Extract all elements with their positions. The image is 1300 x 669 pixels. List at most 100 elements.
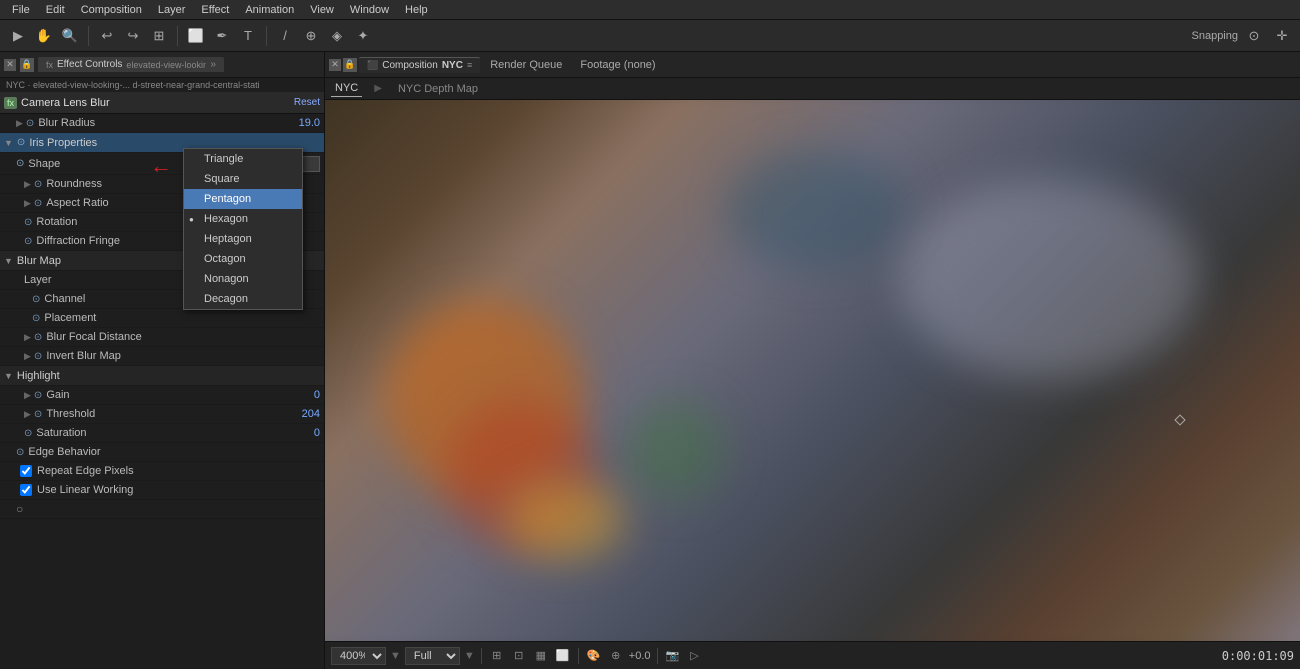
invert-toggle[interactable]: ▶ xyxy=(24,351,31,362)
tab-filename: elevated-view-looking-... d-st xyxy=(126,60,206,70)
show-snapshot-btn[interactable]: ▷ xyxy=(686,647,704,665)
highlight-label: Highlight xyxy=(17,370,60,382)
text-tool[interactable]: T xyxy=(236,24,260,48)
edge-label: Edge Behavior xyxy=(28,446,320,458)
selection-tool[interactable]: ▶ xyxy=(6,24,30,48)
quality-select[interactable]: Full xyxy=(405,647,460,665)
roundness-toggle[interactable]: ▶ xyxy=(24,179,31,190)
blob-teal xyxy=(725,150,905,270)
gradient-tool[interactable]: ◈ xyxy=(325,24,349,48)
focal-toggle[interactable]: ▶ xyxy=(24,332,31,343)
subtab-nyc[interactable]: NYC xyxy=(331,80,362,97)
bar-sep3 xyxy=(657,648,658,664)
timecode: 0:00:01:09 xyxy=(1222,649,1294,663)
aspect-ratio-toggle[interactable]: ▶ xyxy=(24,198,31,209)
comp-menu-icon[interactable]: ≡ xyxy=(467,60,472,70)
hand-tool[interactable]: ✋ xyxy=(32,24,56,48)
reset-button[interactable]: Reset xyxy=(294,97,320,108)
panel-tabbar: ✕ 🔒 fx Effect Controls elevated-view-loo… xyxy=(0,52,324,78)
redo-tool[interactable]: ↪ xyxy=(121,24,145,48)
menu-help[interactable]: Help xyxy=(397,4,436,16)
menu-layer[interactable]: Layer xyxy=(150,4,194,16)
iris-properties-label: Iris Properties xyxy=(29,137,97,149)
blur-radius-icon: ⊙ xyxy=(26,118,34,129)
option-heptagon[interactable]: Heptagon xyxy=(184,229,302,249)
blur-radius-toggle[interactable]: ▶ xyxy=(16,118,23,129)
threshold-toggle[interactable]: ▶ xyxy=(24,409,31,420)
option-square[interactable]: Square xyxy=(184,169,302,189)
gain-value[interactable]: 0 xyxy=(314,389,320,401)
undo-tool[interactable]: ↩ xyxy=(95,24,119,48)
snapping-toggle[interactable]: ⊙ xyxy=(1242,24,1266,48)
bottom-indicator-row: ○ xyxy=(0,500,324,519)
fx-icon: fx xyxy=(46,60,53,70)
saturation-icon: ⊙ xyxy=(24,428,32,439)
color-mgmt-btn[interactable]: 🎨 xyxy=(585,647,603,665)
option-triangle[interactable]: Triangle xyxy=(184,149,302,169)
highlight-toggle[interactable]: ▼ xyxy=(4,371,13,381)
footage-btn[interactable]: Footage (none) xyxy=(572,59,663,71)
option-nonagon[interactable]: Nonagon xyxy=(184,269,302,289)
iris-toggle[interactable]: ▼ xyxy=(4,138,13,148)
fit-view-btn[interactable]: ⊞ xyxy=(488,647,506,665)
option-decagon[interactable]: Decagon xyxy=(184,289,302,309)
gain-toggle[interactable]: ▶ xyxy=(24,390,31,401)
brush-tool[interactable]: / xyxy=(273,24,297,48)
saturation-value[interactable]: 0 xyxy=(314,427,320,439)
comp-panel-close[interactable]: ✕ xyxy=(329,59,341,71)
blur-map-label: Blur Map xyxy=(17,255,61,267)
blur-radius-value[interactable]: 19.0 xyxy=(299,117,320,129)
comp-tabbar: ✕ 🔒 ⬛ Composition NYC ≡ Render Queue Foo… xyxy=(325,52,1300,78)
anchor-tool[interactable]: ⊕ xyxy=(299,24,323,48)
menu-view[interactable]: View xyxy=(302,4,342,16)
use-linear-checkbox[interactable] xyxy=(20,484,32,496)
aspect-ratio-icon: ⊙ xyxy=(34,198,42,209)
snap-extra[interactable]: ✛ xyxy=(1270,24,1294,48)
safe-zones-btn[interactable]: ⊡ xyxy=(510,647,528,665)
repeat-edge-label: Repeat Edge Pixels xyxy=(37,465,134,477)
3d-view-btn[interactable]: ⊕ xyxy=(607,647,625,665)
edge-behavior-row: ⊙ Edge Behavior xyxy=(0,443,324,462)
menu-edit[interactable]: Edit xyxy=(38,4,73,16)
render-queue-btn[interactable]: Render Queue xyxy=(482,59,570,71)
pen-tool[interactable]: ✒ xyxy=(210,24,234,48)
highlight-header[interactable]: ▼ Highlight xyxy=(0,366,324,386)
subtab-nyc-depth[interactable]: NYC Depth Map xyxy=(394,81,482,97)
blur-map-toggle[interactable]: ▼ xyxy=(4,256,13,266)
comp-name: NYC xyxy=(442,60,463,71)
option-hexagon[interactable]: Hexagon xyxy=(184,209,302,229)
menu-window[interactable]: Window xyxy=(342,4,397,16)
menu-animation[interactable]: Animation xyxy=(237,4,302,16)
zoom-tool[interactable]: 🔍 xyxy=(58,24,82,48)
menu-file[interactable]: File xyxy=(4,4,38,16)
repeat-edge-checkbox[interactable] xyxy=(20,465,32,477)
menu-composition[interactable]: Composition xyxy=(73,4,150,16)
threshold-value[interactable]: 204 xyxy=(302,408,320,420)
grid-btn[interactable]: ▦ xyxy=(532,647,550,665)
menu-effect[interactable]: Effect xyxy=(193,4,237,16)
option-pentagon[interactable]: Pentagon xyxy=(184,189,302,209)
zoom-select[interactable]: 400% xyxy=(331,647,386,665)
panel-close[interactable]: ✕ xyxy=(4,59,16,71)
effect-controls-tab[interactable]: fx Effect Controls elevated-view-looking… xyxy=(38,57,224,72)
invert-blur-row: ▶ ⊙ Invert Blur Map xyxy=(0,347,324,366)
repeat-edge-row: Repeat Edge Pixels xyxy=(0,462,324,481)
use-linear-row: Use Linear Working xyxy=(0,481,324,500)
option-octagon[interactable]: Octagon xyxy=(184,249,302,269)
rulers-btn[interactable]: ⬜ xyxy=(554,647,572,665)
mask-tool[interactable]: ⬜ xyxy=(184,24,208,48)
composition-tab[interactable]: ⬛ Composition NYC ≡ xyxy=(359,57,480,73)
panel-tab-expand[interactable]: » xyxy=(210,59,216,70)
blur-radius-row: ▶ ⊙ Blur Radius 19.0 xyxy=(0,114,324,133)
sep3 xyxy=(266,26,267,46)
gain-row: ▶ ⊙ Gain 0 xyxy=(0,386,324,405)
layer-path: NYC · elevated-view-looking-... d-street… xyxy=(0,78,324,92)
snap-tool[interactable]: ⊞ xyxy=(147,24,171,48)
blob-green xyxy=(625,400,725,500)
toolbar: ▶ ✋ 🔍 ↩ ↪ ⊞ ⬜ ✒ T / ⊕ ◈ ✦ Snapping ⊙ ✛ xyxy=(0,20,1300,52)
roundness-icon: ⊙ xyxy=(34,179,42,190)
snapshot-btn[interactable]: 📷 xyxy=(664,647,682,665)
iris-icon: ⊙ xyxy=(17,137,25,148)
puppet-tool[interactable]: ✦ xyxy=(351,24,375,48)
invert-icon: ⊙ xyxy=(34,351,42,362)
